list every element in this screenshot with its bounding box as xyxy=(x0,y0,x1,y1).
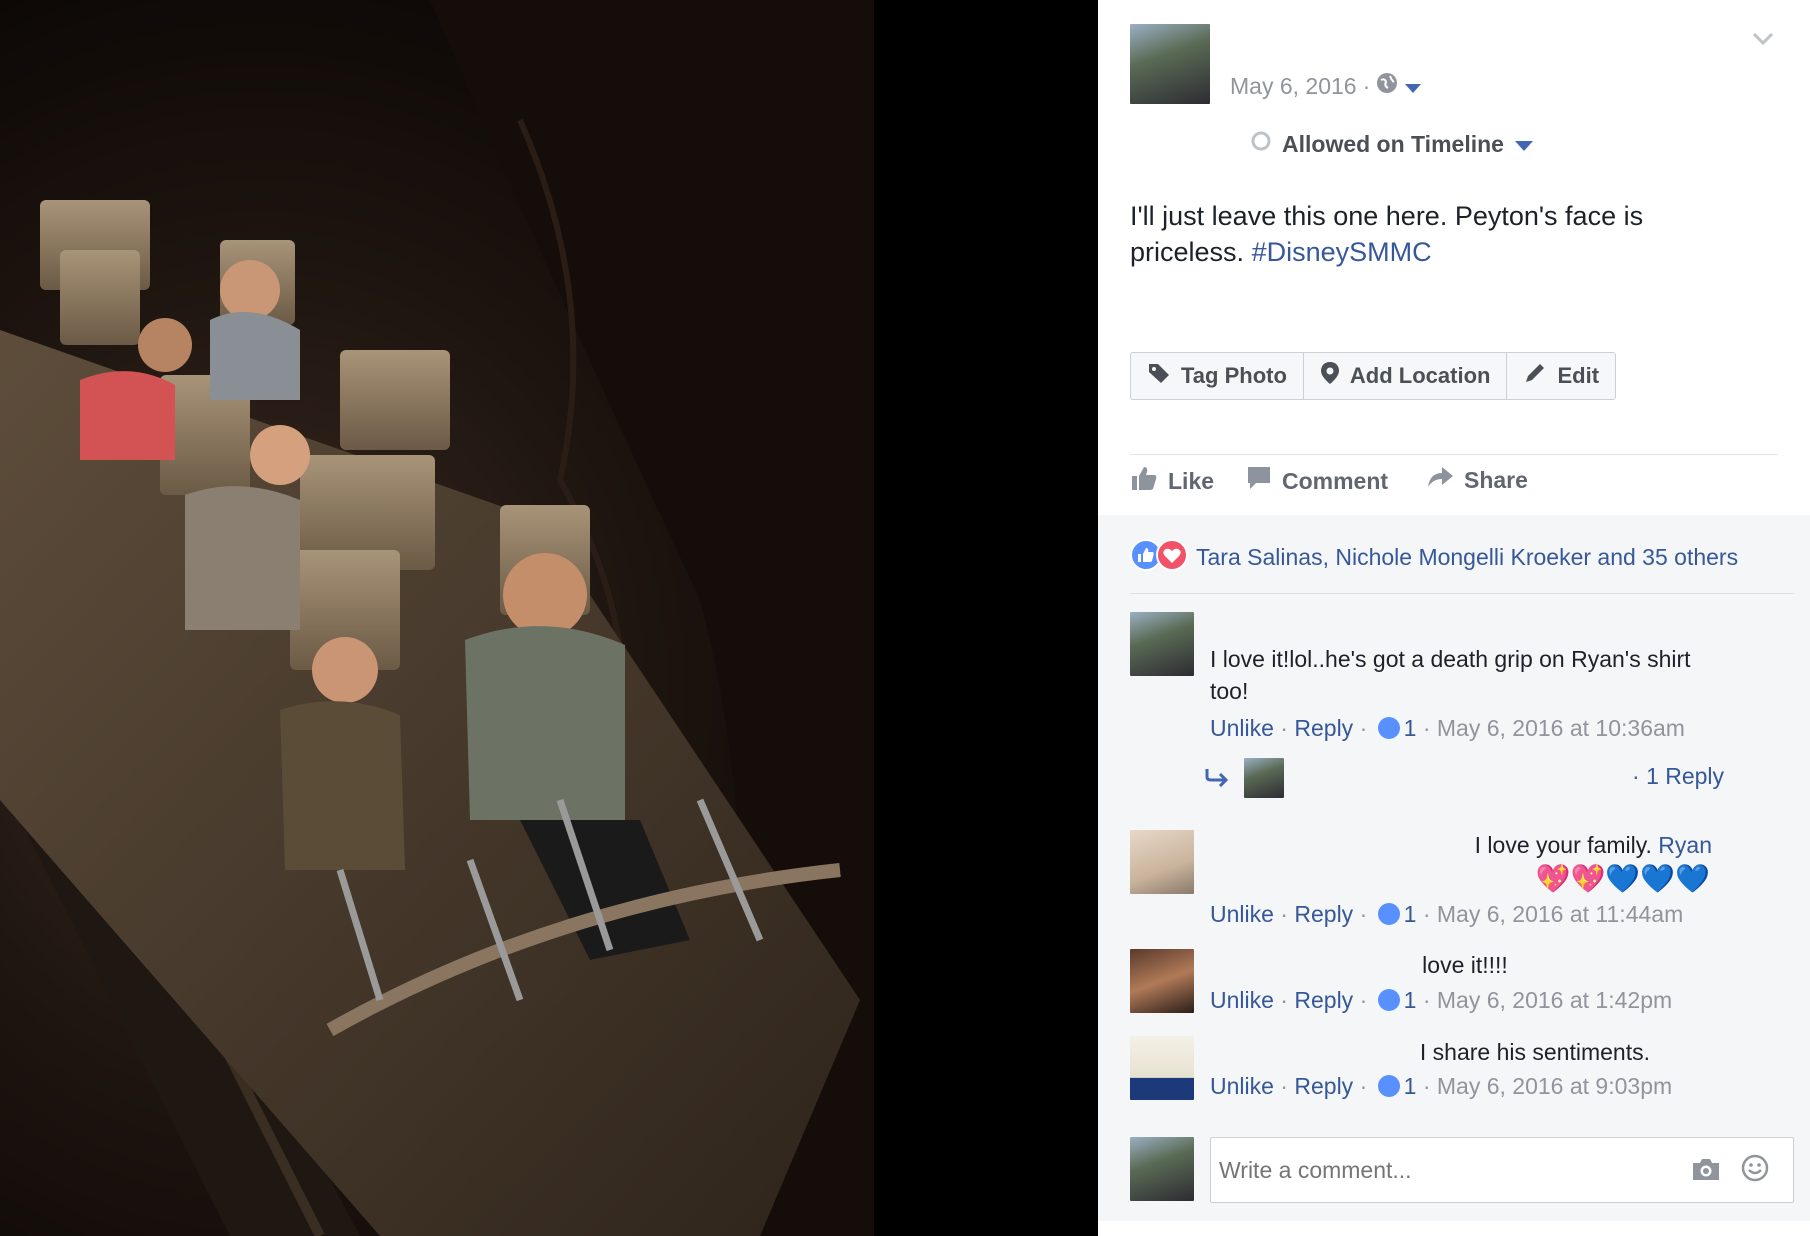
comment-text: I share his sentiments. xyxy=(1419,1039,1650,1065)
chevron-down-icon[interactable] xyxy=(1752,32,1774,51)
share-arrow-icon xyxy=(1426,465,1454,495)
commenter-avatar[interactable] xyxy=(1130,830,1194,894)
smiley-icon[interactable] xyxy=(1741,1154,1769,1187)
timeline-status[interactable]: Allowed on Timeline xyxy=(1250,130,1534,158)
view-replies[interactable]: · 1 Reply xyxy=(1632,763,1724,790)
reply-author-avatar[interactable] xyxy=(1244,758,1284,798)
panel-bottom xyxy=(1098,1221,1810,1236)
comment-label: Comment xyxy=(1282,467,1389,494)
location-pin-icon xyxy=(1320,361,1340,391)
comment-bubble-icon xyxy=(1246,465,1272,497)
add-location-label: Add Location xyxy=(1349,363,1491,388)
replies-link[interactable]: 1 Reply xyxy=(1646,763,1724,789)
post-date[interactable]: May 6, 2016 xyxy=(1230,73,1357,100)
edit-button[interactable]: Edit xyxy=(1507,353,1615,399)
comment-meta: Unlike · Reply · 1 · May 6, 2016 at 9:03… xyxy=(1210,1073,1673,1099)
audience-caret-icon[interactable] xyxy=(1404,73,1422,100)
commenter-avatar[interactable] xyxy=(1130,949,1194,1013)
comments-section: Tara Salinas, Nichole Mongelli Kroeker a… xyxy=(1098,515,1810,1221)
unlike-link[interactable]: Unlike xyxy=(1210,987,1274,1013)
thumbs-up-icon xyxy=(1130,465,1158,497)
current-user-avatar xyxy=(1130,1137,1194,1201)
comment-input[interactable] xyxy=(1217,1146,1681,1194)
comment-meta: Unlike · Reply · 1 · May 6, 2016 at 10:3… xyxy=(1210,715,1685,741)
like-count[interactable]: 1 xyxy=(1404,1073,1417,1099)
comment-meta: Unlike · Reply · 1 · May 6, 2016 at 11:4… xyxy=(1210,901,1684,927)
roller-coaster-photo[interactable] xyxy=(0,0,874,1236)
post-hashtag[interactable]: #DisneySMMC xyxy=(1252,237,1432,267)
like-count[interactable]: 1 xyxy=(1404,901,1417,927)
reactions-summary[interactable]: Tara Salinas, Nichole Mongelli Kroeker a… xyxy=(1130,539,1738,576)
post-side-panel: May 6, 2016 · Allowed on Timeline I'll j… xyxy=(1098,0,1810,1236)
unlike-link[interactable]: Unlike xyxy=(1210,1073,1274,1099)
add-location-button[interactable]: Add Location xyxy=(1304,353,1508,399)
comment-action[interactable]: Comment xyxy=(1246,465,1388,497)
author-avatar[interactable] xyxy=(1130,24,1210,104)
photo-action-buttons: Tag Photo Add Location Edit xyxy=(1130,352,1617,400)
photo-illustration xyxy=(0,0,874,1236)
post-meta: May 6, 2016 · xyxy=(1230,72,1422,100)
like-label: Like xyxy=(1168,467,1215,494)
tag-icon xyxy=(1147,361,1171,391)
tag-photo-button[interactable]: Tag Photo xyxy=(1131,353,1304,399)
comment-timestamp[interactable]: May 6, 2016 at 11:44am xyxy=(1437,901,1683,927)
timeline-caret-icon xyxy=(1514,131,1534,158)
unlike-link[interactable]: Unlike xyxy=(1210,901,1274,927)
timeline-status-icon xyxy=(1250,130,1272,158)
comment-body: I love your family. xyxy=(1474,832,1652,858)
comment-timestamp[interactable]: May 6, 2016 at 1:42pm xyxy=(1437,987,1672,1013)
comment-composer xyxy=(1210,1137,1794,1203)
like-count[interactable]: 1 xyxy=(1404,987,1417,1013)
comment-timestamp[interactable]: May 6, 2016 at 9:03pm xyxy=(1437,1073,1672,1099)
comment-text: I love it!lol..he's got a death grip on … xyxy=(1210,646,1691,704)
post-text: I'll just leave this one here. Peyton's … xyxy=(1130,198,1730,270)
comment-text: I love your family. Ryan xyxy=(1210,829,1712,861)
reactions-names[interactable]: Tara Salinas, Nichole Mongelli Kroeker a… xyxy=(1196,544,1738,571)
unlike-link[interactable]: Unlike xyxy=(1210,715,1274,741)
like-count-icon xyxy=(1377,717,1400,739)
like-count-icon xyxy=(1377,989,1400,1011)
reply-arrow-icon xyxy=(1204,767,1230,792)
like-count[interactable]: 1 xyxy=(1404,715,1417,741)
comment-emoji: 💖💖💙💙💙 xyxy=(1535,863,1710,894)
like-count-icon xyxy=(1377,903,1400,925)
camera-icon[interactable] xyxy=(1691,1156,1721,1187)
comment-text: love it!!!! xyxy=(1422,952,1508,978)
comment-meta: Unlike · Reply · 1 · May 6, 2016 at 1:42… xyxy=(1210,987,1673,1013)
comment-mention[interactable]: Ryan xyxy=(1658,832,1712,858)
timeline-status-label: Allowed on Timeline xyxy=(1282,130,1504,157)
globe-icon[interactable] xyxy=(1376,72,1398,100)
commenter-avatar[interactable] xyxy=(1130,612,1194,676)
comment-timestamp[interactable]: May 6, 2016 at 10:36am xyxy=(1437,715,1685,741)
edit-label: Edit xyxy=(1557,363,1600,388)
photo-viewer xyxy=(0,0,1098,1236)
post-header-section: May 6, 2016 · Allowed on Timeline I'll j… xyxy=(1098,0,1810,515)
like-count-icon xyxy=(1377,1075,1400,1097)
reply-link[interactable]: Reply xyxy=(1294,715,1353,741)
pencil-icon xyxy=(1523,361,1547,391)
reply-link[interactable]: Reply xyxy=(1294,1073,1353,1099)
reply-link[interactable]: Reply xyxy=(1294,901,1353,927)
share-label: Share xyxy=(1464,466,1528,493)
share-action[interactable]: Share xyxy=(1426,465,1528,495)
reply-link[interactable]: Reply xyxy=(1294,987,1353,1013)
meta-separator: · xyxy=(1362,72,1371,99)
commenter-avatar[interactable] xyxy=(1130,1036,1194,1100)
divider xyxy=(1130,454,1778,455)
like-action[interactable]: Like xyxy=(1130,465,1214,497)
divider xyxy=(1130,593,1794,594)
love-reaction-icon xyxy=(1156,539,1188,576)
tag-photo-label: Tag Photo xyxy=(1181,363,1287,388)
